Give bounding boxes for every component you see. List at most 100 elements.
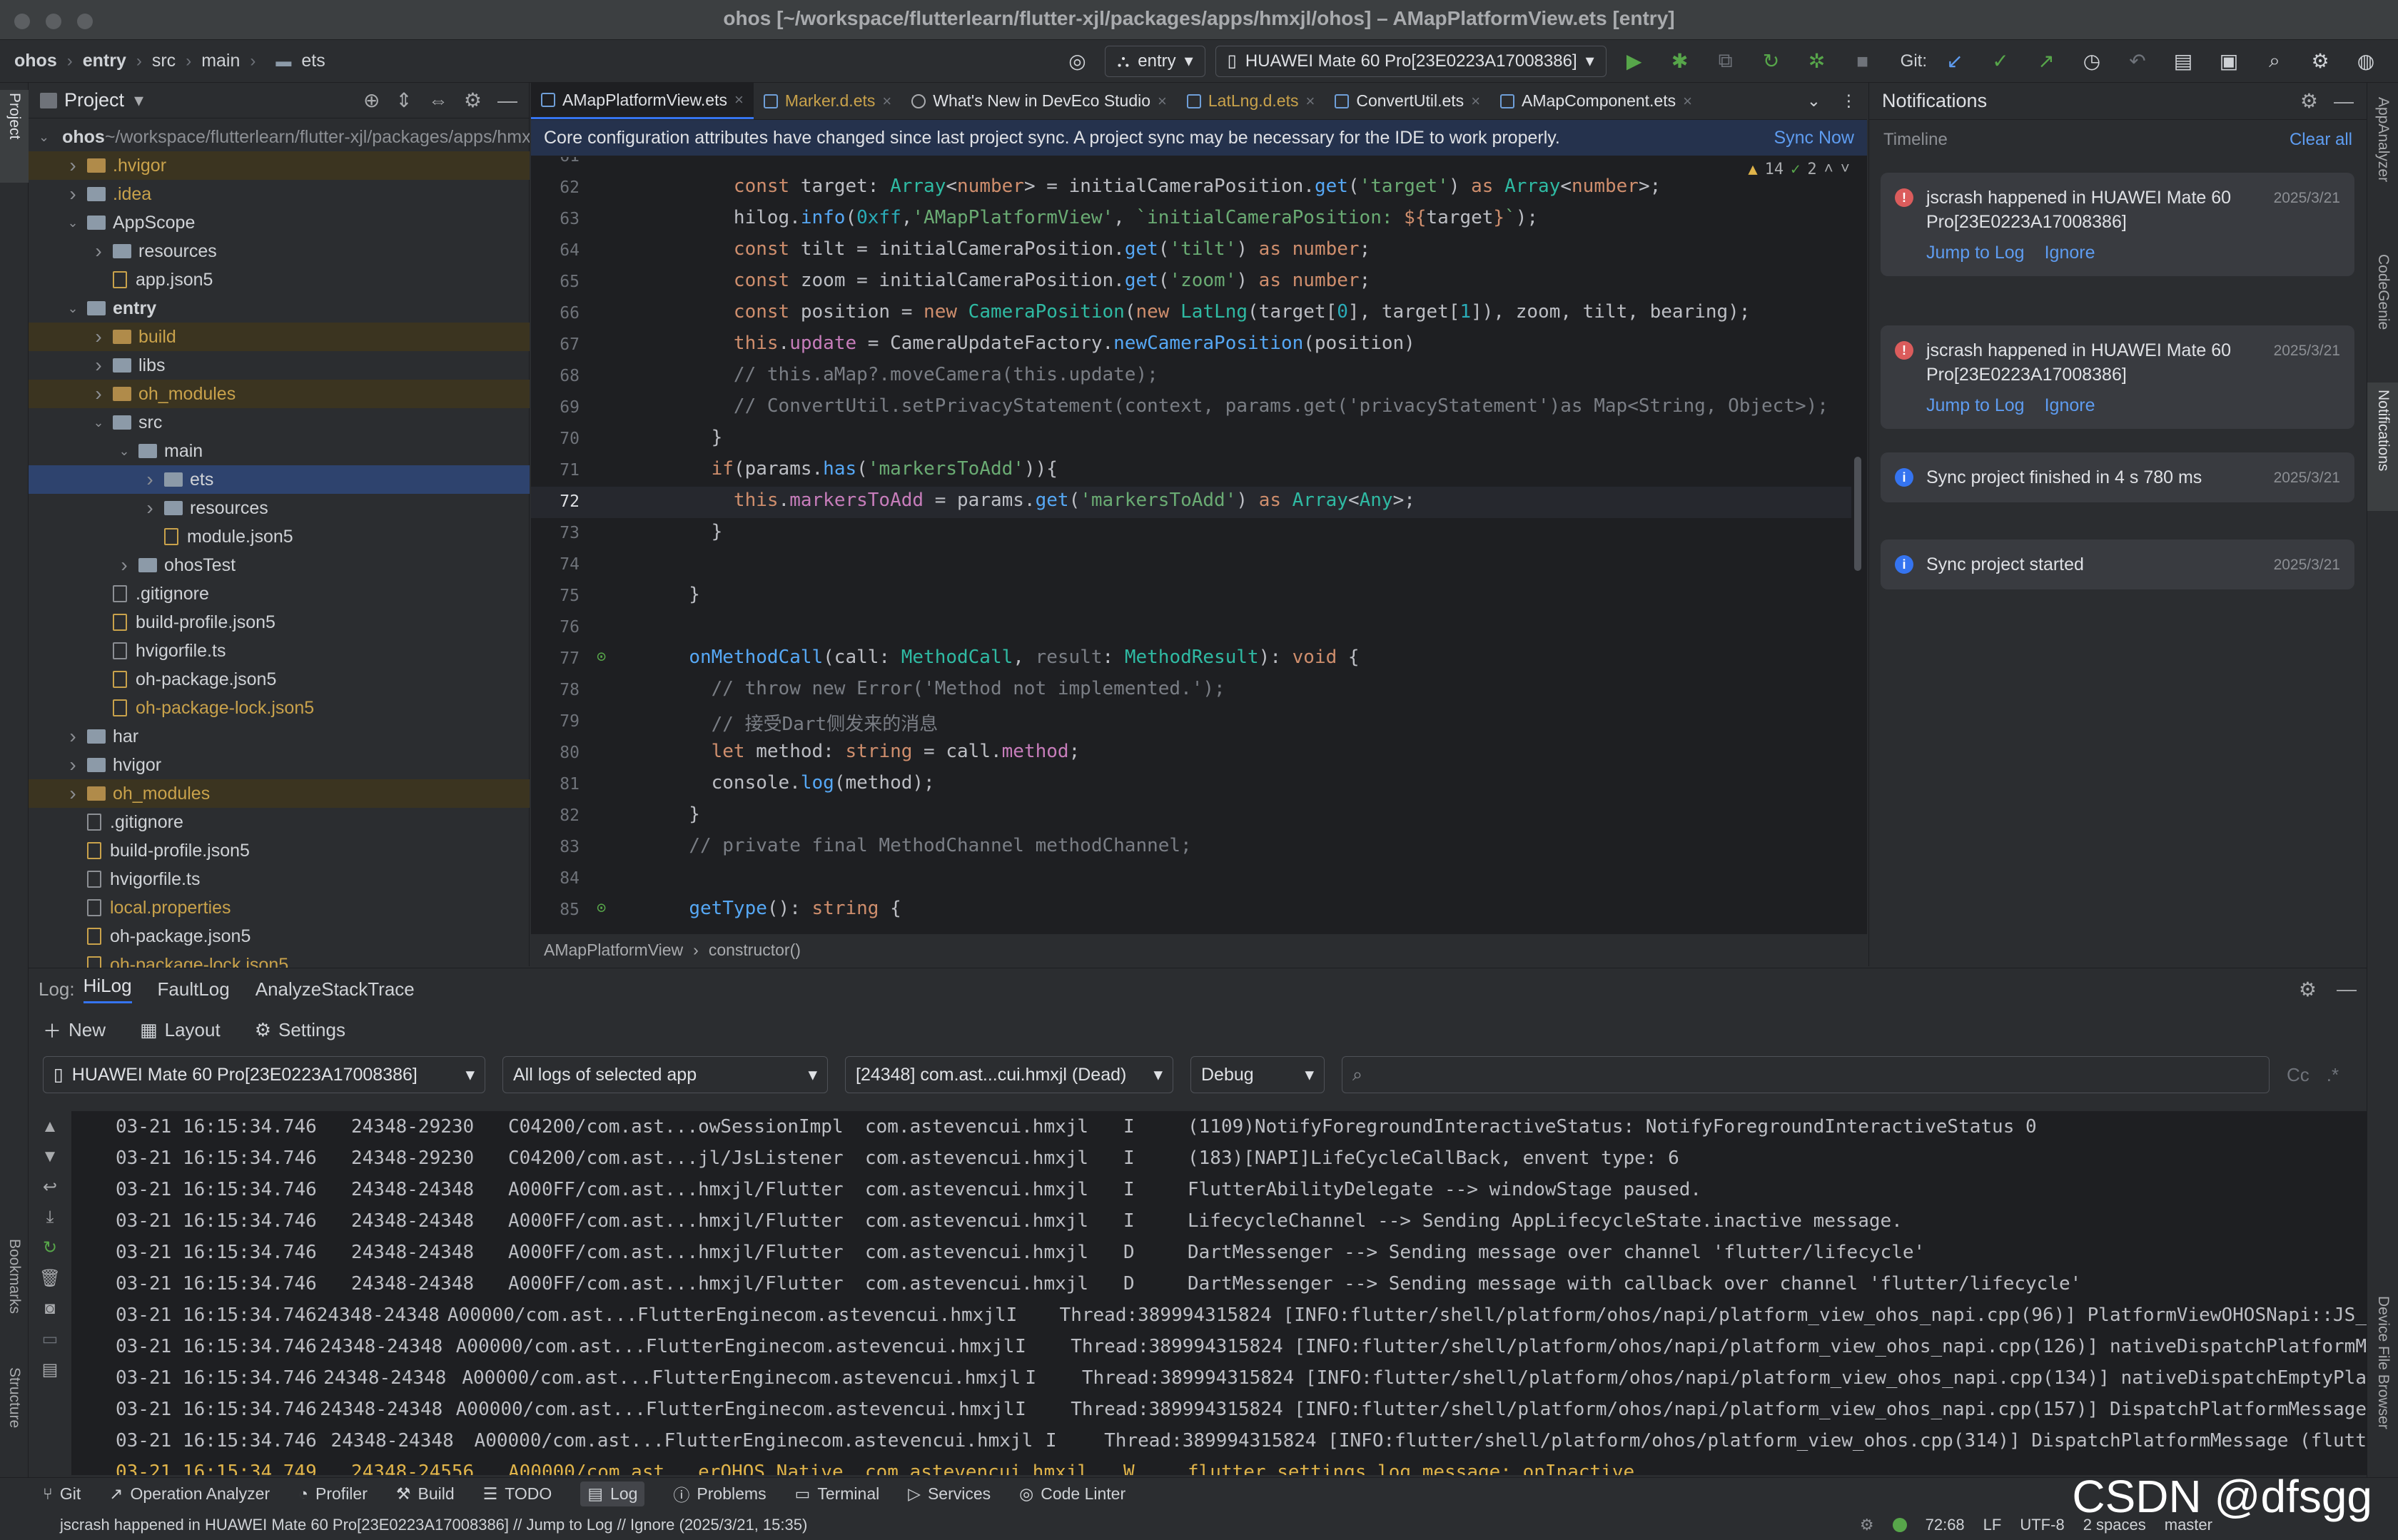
close-icon[interactable]: × xyxy=(1158,92,1167,111)
editor-tab[interactable]: AMapPlatformView.ets × xyxy=(531,83,754,119)
log-settings-button[interactable]: ⚙ Settings xyxy=(255,1019,345,1041)
log-row[interactable]: 03-21 16:15:34.746 24348-24348 A000FF/com.… xyxy=(71,1205,2367,1237)
scroll-up-icon[interactable]: ▲ xyxy=(41,1117,59,1137)
log-row[interactable]: 03-21 16:15:34.746 24348-24348 A00000/com.… xyxy=(71,1425,2367,1457)
more-tabs-icon[interactable]: ⌄ xyxy=(1797,83,1831,119)
tree-item[interactable]: › .idea xyxy=(29,180,530,208)
ignore-link[interactable]: Ignore xyxy=(2045,243,2095,263)
debug-rerun-icon[interactable]: ✲ xyxy=(1803,47,1831,76)
chevron-right-icon[interactable]: › xyxy=(90,240,107,263)
chevron-down-icon[interactable]: ⌄ xyxy=(39,130,49,145)
chevron-right-icon[interactable]: › xyxy=(64,782,81,805)
tree-item[interactable]: ⌄ src xyxy=(29,408,530,437)
tree-item[interactable]: app.json5 xyxy=(29,265,530,294)
chevron-down-icon[interactable]: ⌄ xyxy=(64,301,81,316)
chevron-right-icon[interactable]: › xyxy=(64,183,81,206)
chevron-right-icon[interactable]: › xyxy=(64,154,81,177)
collapse-all-icon[interactable]: ⇔ xyxy=(428,89,448,112)
line-separator[interactable]: LF xyxy=(1983,1516,2002,1534)
log-row[interactable]: 03-21 16:15:34.746 24348-24348 A00000/com.… xyxy=(71,1300,2367,1331)
tool-window-build[interactable]: ⚒ Build xyxy=(396,1484,455,1504)
tab-hilog[interactable]: HiLog xyxy=(83,975,132,1003)
log-row[interactable]: 03-21 16:15:34.746 24348-24348 A00000/com.… xyxy=(71,1394,2367,1425)
match-case-toggle[interactable]: Cc xyxy=(2287,1064,2310,1086)
project-panel-title[interactable]: Project xyxy=(64,89,124,111)
caret-position[interactable]: 72:68 xyxy=(1926,1516,1965,1534)
chevron-right-icon[interactable]: › xyxy=(90,354,107,377)
device-filter-select[interactable]: ▯ HUAWEI Mate 60 Pro[23E0223A17008386] ▾ xyxy=(43,1056,485,1093)
scroll-down-icon[interactable]: ▼ xyxy=(41,1147,59,1167)
tree-item[interactable]: ⌄ entry xyxy=(29,294,530,323)
scroll-to-end-icon[interactable]: ⤓ xyxy=(46,1207,54,1227)
sync-status-icon[interactable]: ⚙ xyxy=(1860,1516,1874,1534)
tree-item[interactable]: › resources xyxy=(29,237,530,265)
notification-card[interactable]: i 2025/3/21 Sync project finished in 4 s 7… xyxy=(1881,452,2354,502)
level-filter-select[interactable]: Debug ▾ xyxy=(1190,1056,1325,1093)
sync-now-link[interactable]: Sync Now xyxy=(1774,128,1854,148)
log-output[interactable]: 03-21 16:15:34.746 24348-29230 C04200/com.… xyxy=(71,1111,2367,1475)
debug-icon[interactable]: ✱ xyxy=(1666,47,1694,76)
tree-item[interactable]: oh-package.json5 xyxy=(29,665,530,694)
breadcrumb-item[interactable]: ohos xyxy=(14,51,57,71)
editor-tab[interactable]: Marker.d.ets × xyxy=(754,83,901,119)
process-filter-select[interactable]: [24348] com.ast...cui.hmxjl (Dead) ▾ xyxy=(845,1056,1173,1093)
settings-gear-icon[interactable]: ⚙ xyxy=(464,88,482,112)
rollback-icon[interactable]: ↶ xyxy=(2123,47,2152,76)
appanalyzer-tool-button[interactable]: AppAnalyzer xyxy=(2374,97,2392,182)
run-icon[interactable]: ▶ xyxy=(1620,47,1649,76)
implements-gutter-icon[interactable]: ⊙ xyxy=(597,648,606,666)
tree-item[interactable]: hvigorfile.ts xyxy=(29,865,530,893)
notification-card[interactable]: ! 2025/3/21 jscrash happened in HUAWEI Mat… xyxy=(1881,173,2354,276)
device-status-icon[interactable] xyxy=(1892,1518,1907,1532)
chevron-down-icon[interactable]: ⌄ xyxy=(116,444,133,459)
log-row[interactable]: 03-21 16:15:34.746 24348-29230 C04200/com.… xyxy=(71,1111,2367,1143)
inspection-widget[interactable]: ▲ 14 ✓ 2 ˄ ˅ xyxy=(1748,160,1850,178)
notification-card[interactable]: i 2025/3/21 Sync project started xyxy=(1881,539,2354,589)
tool-window-log[interactable]: ▤ Log xyxy=(580,1481,645,1506)
tree-item[interactable]: › oh_modules xyxy=(29,779,530,808)
breadcrumb-item[interactable]: entry xyxy=(83,51,126,71)
tool-window-todo[interactable]: ☰ TODO xyxy=(483,1484,552,1504)
chevron-right-icon[interactable]: › xyxy=(141,497,158,520)
target-icon[interactable]: ◎ xyxy=(1063,47,1091,76)
tree-item[interactable]: module.json5 xyxy=(29,522,530,551)
hide-panel-icon[interactable]: — xyxy=(497,89,517,112)
settings-gear-icon[interactable]: ⚙ xyxy=(2299,978,2317,1001)
hide-panel-icon[interactable]: — xyxy=(2334,90,2354,113)
project-tool-button[interactable]: Project xyxy=(6,93,23,139)
regex-toggle[interactable]: .* xyxy=(2327,1064,2339,1086)
settings-gear-icon[interactable]: ⚙ xyxy=(2306,47,2334,76)
expand-all-icon[interactable]: ⇕ xyxy=(395,88,412,112)
tab-analyzestacktrace[interactable]: AnalyzeStackTrace xyxy=(256,978,415,1001)
notifications-tool-button[interactable]: Notifications xyxy=(2374,390,2392,471)
log-row[interactable]: 03-21 16:15:34.746 24348-24348 A00000/com.… xyxy=(71,1331,2367,1362)
device-file-browser-tool-button[interactable]: Device File Browser xyxy=(2374,1296,2392,1429)
restart-icon[interactable]: ↻ xyxy=(43,1237,57,1258)
tree-item[interactable]: › .hvigor xyxy=(29,151,530,180)
module-select[interactable]: ⛬ entry ▾ xyxy=(1105,45,1205,77)
tree-item[interactable]: .gitignore xyxy=(29,808,530,836)
chevron-right-icon[interactable]: › xyxy=(141,468,158,491)
tool-window-operation-analyzer[interactable]: ↗ Operation Analyzer xyxy=(109,1484,270,1504)
breadcrumb-item[interactable]: src xyxy=(152,51,176,71)
log-row[interactable]: 03-21 16:15:34.746 24348-29230 C04200/com.… xyxy=(71,1143,2367,1174)
implements-gutter-icon[interactable]: ⊙ xyxy=(597,899,606,917)
tree-item[interactable]: › libs xyxy=(29,351,530,380)
git-update-icon[interactable]: ↙ xyxy=(1941,47,1969,76)
chevron-right-icon[interactable]: › xyxy=(64,725,81,748)
device-select[interactable]: ▯ HUAWEI Mate 60 Pro[23E0223A17008386] ▾ xyxy=(1215,45,1607,77)
tree-item[interactable]: ⌄ ohos ~/workspace/flutterlearn/flutter-x… xyxy=(29,123,530,151)
bookmarks-tool-button[interactable]: Bookmarks xyxy=(6,1239,23,1314)
new-log-button[interactable]: ＋ New xyxy=(43,1017,106,1043)
editor-tab[interactable]: AMapComponent.ets × xyxy=(1490,83,1702,119)
layout-button[interactable]: ▦ Layout xyxy=(140,1019,221,1041)
chevron-down-icon[interactable]: ˅ xyxy=(1841,160,1850,178)
tree-item[interactable]: oh-package-lock.json5 xyxy=(29,694,530,722)
jump-to-log-link[interactable]: Jump to Log xyxy=(1926,395,2025,416)
codegenie-tool-button[interactable]: CodeGenie xyxy=(2374,254,2392,330)
clear-log-icon[interactable]: 🗑 xyxy=(39,1268,61,1289)
tab-menu-icon[interactable]: ⋮ xyxy=(1831,83,1867,119)
history-icon[interactable]: ◷ xyxy=(2078,47,2106,76)
tab-faultlog[interactable]: FaultLog xyxy=(158,978,230,1001)
chevron-up-icon[interactable]: ˄ xyxy=(1824,160,1833,178)
